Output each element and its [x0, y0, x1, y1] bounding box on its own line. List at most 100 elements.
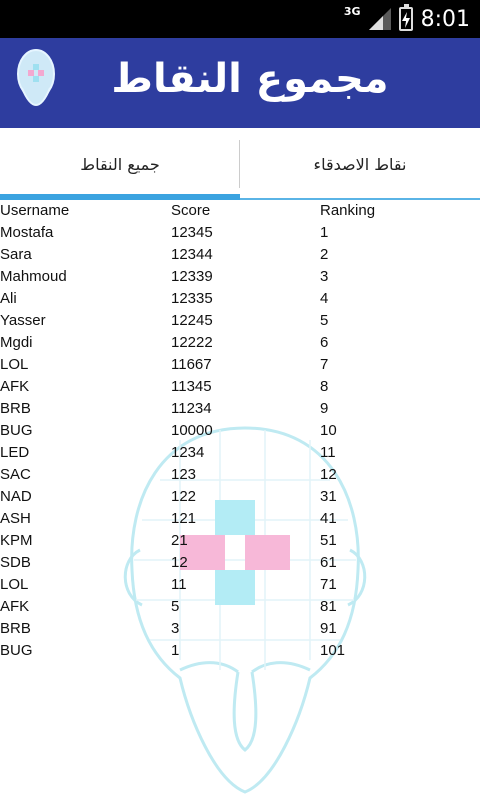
score-cell: 3	[171, 620, 180, 637]
tab-friends-points-label: نقاط الاصدقاء	[313, 154, 407, 174]
ranking-cell: 41	[320, 510, 337, 527]
username-cell: LOL	[0, 576, 29, 593]
puzzle-head-icon	[17, 49, 55, 106]
ranking-cell: 91	[320, 620, 337, 637]
username-cell: AFK	[0, 378, 30, 395]
score-table: Username Score Ranking Mostafa 12345 1 Sara…	[0, 200, 480, 662]
table-row: BUG 1 101	[0, 640, 480, 662]
username-cell: BRB	[0, 620, 31, 637]
table-row: SDB 12 61	[0, 552, 480, 574]
score-cell: 11234	[171, 400, 212, 417]
username-cell: SDB	[0, 554, 31, 571]
score-cell: 121	[171, 510, 197, 527]
ranking-cell: 12	[320, 466, 337, 483]
username-cell: ASH	[0, 510, 31, 527]
table-row: Ali 12335 4	[0, 288, 480, 310]
score-cell: 12339	[171, 268, 213, 285]
table-body: Mostafa 12345 1 Sara 12344 2 Mahmoud 12339 3 Ali 1…	[0, 222, 480, 662]
table-row: BRB 3 91	[0, 618, 480, 640]
tab-all-points-label: جميع النقاط	[80, 154, 160, 174]
ranking-cell: 9	[320, 400, 329, 417]
app-bar: مجموع النقاط	[0, 38, 480, 128]
ranking-cell: 61	[320, 554, 337, 571]
score-cell: 12335	[171, 290, 213, 307]
username-cell: LED	[0, 444, 30, 461]
status-bar: 3G 8:01	[0, 0, 480, 38]
username-cell: Sara	[0, 246, 32, 263]
signal-icon	[368, 8, 391, 30]
tab-all-points[interactable]: جميع النقاط	[0, 128, 240, 200]
username-cell: BRB	[0, 400, 31, 417]
score-cell: 12344	[171, 246, 213, 263]
ranking-cell: 51	[320, 532, 337, 549]
score-cell: 1234	[171, 444, 205, 461]
table-row: LOL 11667 7	[0, 354, 480, 376]
username-cell: Ali	[0, 290, 17, 307]
table-row: LED 1234 11	[0, 442, 480, 464]
clock: 8:01	[420, 6, 470, 32]
ranking-cell: 6	[320, 334, 329, 351]
tab-bar: جميع النقاط نقاط الاصدقاء	[0, 128, 480, 200]
ranking-cell: 11	[320, 444, 336, 461]
username-cell: NAD	[0, 488, 32, 505]
score-cell: 11667	[171, 356, 212, 373]
username-cell: Yasser	[0, 312, 46, 329]
ranking-cell: 2	[320, 246, 329, 263]
table-row: Mahmoud 12339 3	[0, 266, 480, 288]
score-cell: 123	[171, 466, 197, 483]
username-cell: SAC	[0, 466, 31, 483]
network-type: 3G	[343, 4, 361, 18]
table-row: BRB 11234 9	[0, 398, 480, 420]
table-row: Mostafa 12345 1	[0, 222, 480, 244]
score-cell: 12	[171, 554, 188, 571]
score-cell: 12345	[171, 224, 213, 241]
ranking-cell: 1	[320, 224, 329, 241]
username-cell: BUG	[0, 422, 33, 439]
username-cell: Mgdi	[0, 334, 33, 351]
column-header-score: Score	[171, 202, 211, 219]
score-cell: 1	[171, 642, 180, 659]
ranking-cell: 7	[320, 356, 329, 373]
username-cell: KPM	[0, 532, 33, 549]
score-cell: 21	[171, 532, 188, 549]
username-cell: Mostafa	[0, 224, 54, 241]
ranking-cell: 71	[320, 576, 337, 593]
table-row: Sara 12344 2	[0, 244, 480, 266]
score-cell: 11	[171, 576, 187, 593]
table-row: Yasser 12245 5	[0, 310, 480, 332]
status-icons: 3G 8:01	[344, 0, 470, 38]
tab-friends-points[interactable]: نقاط الاصدقاء	[240, 128, 480, 200]
score-cell: 12245	[171, 312, 213, 329]
table-row: NAD 122 31	[0, 486, 480, 508]
score-cell: 5	[171, 598, 180, 615]
ranking-cell: 81	[320, 598, 337, 615]
table-row: LOL 11 71	[0, 574, 480, 596]
ranking-cell: 3	[320, 268, 329, 285]
ranking-cell: 10	[320, 422, 337, 439]
username-cell: BUG	[0, 642, 33, 659]
score-cell: 11345	[171, 378, 212, 395]
ranking-cell: 101	[320, 642, 346, 659]
score-cell: 122	[171, 488, 197, 505]
table-header: Username Score Ranking	[0, 200, 480, 222]
page-title: مجموع النقاط	[111, 56, 389, 102]
table-row: BUG 10000 10	[0, 420, 480, 442]
table-row: AFK 5 81	[0, 596, 480, 618]
ranking-cell: 31	[320, 488, 337, 505]
score-cell: 12222	[171, 334, 213, 351]
ranking-cell: 5	[320, 312, 329, 329]
table-row: AFK 11345 8	[0, 376, 480, 398]
table-row: ASH 121 41	[0, 508, 480, 530]
ranking-cell: 4	[320, 290, 329, 307]
username-cell: AFK	[0, 598, 30, 615]
battery-icon	[398, 4, 413, 31]
column-header-username: Username	[0, 202, 70, 219]
column-header-ranking: Ranking	[320, 202, 376, 219]
ranking-cell: 8	[320, 378, 329, 395]
username-cell: LOL	[0, 356, 29, 373]
table-row: Mgdi 12222 6	[0, 332, 480, 354]
table-row: KPM 21 51	[0, 530, 480, 552]
score-cell: 10000	[171, 422, 213, 439]
username-cell: Mahmoud	[0, 268, 67, 285]
table-row: SAC 123 12	[0, 464, 480, 486]
